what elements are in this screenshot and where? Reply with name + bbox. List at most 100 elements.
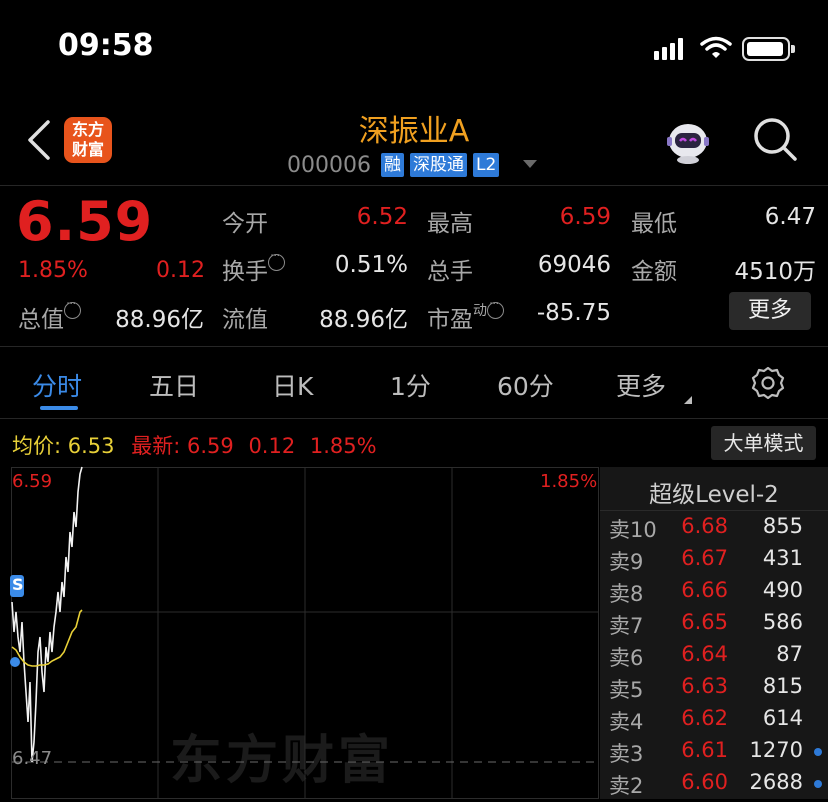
order-book-level-label: 卖9 <box>609 550 644 574</box>
back-arrow-icon[interactable] <box>26 118 54 162</box>
battery-icon <box>742 37 795 61</box>
order-book-level-label: 卖8 <box>609 582 644 606</box>
order-book-price: 6.67 <box>681 546 728 570</box>
float-cap-label: 流值 <box>222 307 268 333</box>
latest-pct: 1.85% <box>309 434 377 458</box>
pe-label: 市盈动 <box>427 297 504 334</box>
order-book-volume: 614 <box>762 706 803 730</box>
info-dots-icon[interactable] <box>64 297 81 319</box>
order-book-level-label: 卖6 <box>609 646 644 670</box>
order-book-volume: 87 <box>776 642 803 666</box>
order-book-price: 6.63 <box>681 674 728 698</box>
tab-daily-k[interactable]: 日K <box>272 367 313 403</box>
order-book-row[interactable]: 卖7 6.65 586 <box>600 610 828 642</box>
order-book-volume: 431 <box>762 546 803 570</box>
float-cap-value: 88.96亿 <box>319 307 408 333</box>
info-dots-icon[interactable] <box>268 249 285 271</box>
low-value: 6.47 <box>764 204 816 230</box>
tab-five-day[interactable]: 五日 <box>149 367 199 403</box>
low-label: 最低 <box>631 211 677 237</box>
big-order-mode-button[interactable]: 大单模式 <box>711 426 816 460</box>
amount-label: 金额 <box>631 259 677 285</box>
search-icon[interactable] <box>752 116 798 162</box>
quote-divider <box>0 346 828 347</box>
order-book-price: 6.64 <box>681 642 728 666</box>
order-marker-dot <box>814 748 822 756</box>
order-book-row[interactable]: 卖9 6.67 431 <box>600 546 828 578</box>
tab-intraday[interactable]: 分时 <box>32 367 82 403</box>
order-book-level-label: 卖7 <box>609 614 644 638</box>
order-book-row[interactable]: 卖2 6.60 2688 <box>600 770 828 802</box>
market-cap-value: 88.96亿 <box>115 307 204 333</box>
cellular-signal-icon <box>654 38 683 60</box>
order-book-level-label: 卖2 <box>609 774 644 798</box>
order-book-price: 6.62 <box>681 706 728 730</box>
change-amount: 0.12 <box>156 258 205 283</box>
order-book-title[interactable]: 超级Level-2 <box>600 475 828 509</box>
more-caret-icon <box>684 388 692 404</box>
tabs-divider <box>0 418 828 419</box>
stock-code-row: 000006 融 深股通 L2 <box>287 150 500 180</box>
order-book-volume: 490 <box>762 578 803 602</box>
tag-connect: 深股通 <box>409 153 467 177</box>
order-book-level-label: 卖5 <box>609 678 644 702</box>
order-book-price: 6.61 <box>681 738 728 762</box>
order-book-volume: 815 <box>762 674 803 698</box>
avg-price-value: 6.53 <box>67 434 115 458</box>
chart-info-row: 均价: 6.53 最新: 6.59 0.12 1.85% <box>12 430 377 460</box>
tag-margin: 融 <box>380 153 404 177</box>
order-book-price: 6.68 <box>681 514 728 538</box>
amount-value: 4510万 <box>734 259 816 285</box>
more-button[interactable]: 更多 <box>729 292 811 330</box>
app-logo: 东方 财富 <box>64 117 112 163</box>
high-value: 6.59 <box>559 204 611 230</box>
order-book-row[interactable]: 卖5 6.63 815 <box>600 674 828 706</box>
price-line <box>11 466 83 763</box>
turnover-value: 0.51% <box>334 252 408 278</box>
chart-badge-label: S <box>12 575 24 594</box>
change-percent: 1.85% <box>18 258 88 283</box>
high-label: 最高 <box>427 211 473 237</box>
order-marker-dot <box>814 780 822 788</box>
order-book-row[interactable]: 卖10 6.68 855 <box>600 514 828 546</box>
wifi-icon <box>700 36 732 58</box>
pe-value: -85.75 <box>536 300 611 326</box>
stock-name: 深振业A <box>358 114 470 149</box>
stock-dropdown-caret-icon[interactable] <box>523 160 537 168</box>
status-time: 09:58 <box>58 28 154 63</box>
order-book-divider <box>600 510 828 511</box>
intraday-chart[interactable] <box>0 462 600 799</box>
order-book-row[interactable]: 卖3 6.61 1270 <box>600 738 828 770</box>
order-book-price: 6.65 <box>681 610 728 634</box>
order-book-level-label: 卖10 <box>609 518 657 542</box>
last-price: 6.59 <box>16 190 154 253</box>
order-book-level-label: 卖3 <box>609 742 644 766</box>
order-book-price: 6.60 <box>681 770 728 794</box>
volume-label: 总手 <box>427 259 473 285</box>
robot-assistant-icon[interactable] <box>664 119 712 165</box>
open-label: 今开 <box>222 211 268 237</box>
order-book-volume: 2688 <box>749 770 803 794</box>
order-book-row[interactable]: 卖6 6.64 87 <box>600 642 828 674</box>
chart-low-label: 6.47 <box>12 748 53 769</box>
avg-price-label: 均价: <box>12 434 62 458</box>
order-book-level-label: 卖4 <box>609 710 644 734</box>
order-book-row[interactable]: 卖4 6.62 614 <box>600 706 828 738</box>
order-book-row[interactable]: 卖8 6.66 490 <box>600 578 828 610</box>
open-value: 6.52 <box>356 204 408 230</box>
chart-high-label: 6.59 <box>12 471 53 492</box>
info-dots-icon[interactable] <box>487 297 504 319</box>
settings-gear-icon[interactable] <box>751 366 785 400</box>
chart-pct-label: 1.85% <box>540 471 598 492</box>
latest-value: 6.59 <box>186 434 234 458</box>
tab-more[interactable]: 更多 <box>616 367 666 403</box>
order-book-volume: 586 <box>762 610 803 634</box>
active-tab-indicator <box>40 406 78 410</box>
tab-1min[interactable]: 1分 <box>390 367 431 403</box>
tab-60min[interactable]: 60分 <box>497 367 554 403</box>
tag-level2: L2 <box>472 153 500 177</box>
order-book-volume: 855 <box>762 514 803 538</box>
order-book-volume: 1270 <box>749 738 803 762</box>
chart-marker <box>10 657 20 667</box>
volume-value: 69046 <box>537 252 611 278</box>
